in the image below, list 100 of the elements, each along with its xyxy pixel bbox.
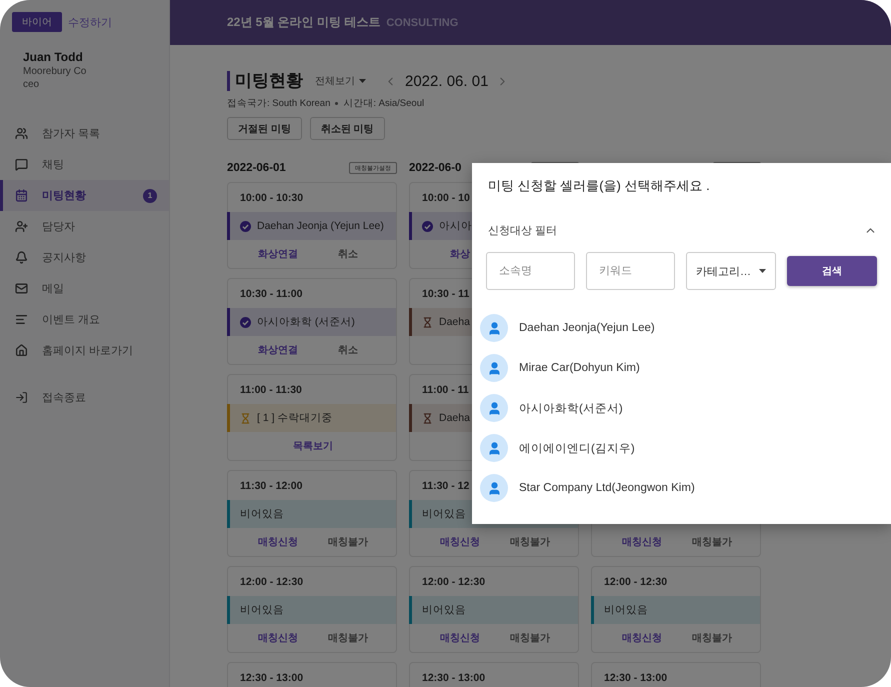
slot-time: 12:00 - 12:30: [604, 576, 668, 588]
slot-action[interactable]: 매칭불가: [692, 631, 732, 645]
sidebar-item[interactable]: 채팅: [0, 149, 169, 180]
slot-action[interactable]: 취소: [338, 343, 358, 357]
slot-action[interactable]: 매칭신청: [622, 535, 662, 549]
sidebar-item-label: 담당자: [42, 220, 76, 234]
slot-label: [ 1 ] 수락대기중: [257, 411, 332, 425]
timezone-info: 시간대: Asia/Seoul: [343, 97, 424, 110]
home-icon: [15, 344, 28, 357]
slot-time: 11:30 - 12: [422, 480, 470, 492]
caret-icon: [759, 269, 766, 273]
slot-action[interactable]: 매칭신청: [440, 535, 480, 549]
slot-action[interactable]: 매칭신청: [440, 631, 480, 645]
logout-icon: [15, 391, 28, 404]
column-date: 2022-06-01: [227, 162, 286, 174]
slot-label: 아시아: [439, 219, 472, 233]
slot-time: 10:30 - 11: [422, 288, 470, 300]
avatar-icon: [480, 434, 508, 462]
hourglass-icon: [422, 316, 433, 328]
chat-icon: [15, 158, 28, 171]
sidebar-item[interactable]: 참가자 목록: [0, 118, 169, 149]
sidebar-item[interactable]: 공지사항: [0, 242, 169, 273]
caret-icon: [359, 79, 366, 83]
check-circle-icon: [422, 220, 433, 232]
slot-action[interactable]: 매칭신청: [258, 631, 298, 645]
sidebar-item-label: 공지사항: [42, 251, 87, 265]
slot-time: 12:00 - 12:30: [240, 576, 304, 588]
slot-time: 10:00 - 10: [422, 192, 470, 204]
slot-time: 12:30 - 13:00: [422, 672, 486, 684]
user-company: Moorebury Co: [23, 66, 88, 77]
hourglass-icon: [422, 412, 433, 424]
slot-label: Daeha: [439, 412, 470, 424]
search-button[interactable]: 검색: [787, 256, 877, 286]
avatar-icon: [480, 354, 508, 382]
dialog-title: 미팅 신청할 셀러를(을) 선택해주세요 .: [488, 177, 711, 195]
check-circle-icon: [240, 316, 251, 328]
logout-label: 접속종료: [42, 391, 87, 405]
seller-name[interactable]: 아시아화학(서준서): [519, 400, 623, 416]
avatar-icon: [480, 394, 508, 422]
sidebar-item-label: 참가자 목록: [42, 127, 102, 141]
seller-name[interactable]: Mirae Car(Dohyun Kim): [519, 362, 640, 374]
input-field[interactable]: 키워드: [586, 252, 675, 290]
sidebar-item[interactable]: 담당자: [0, 211, 169, 242]
slot-action[interactable]: 화상: [450, 247, 470, 261]
slot-action[interactable]: 화상연결: [258, 343, 298, 357]
slot-label: Daehan Jeonja (Yejun Lee): [257, 220, 384, 232]
calendar-icon: [15, 189, 28, 202]
current-date: 2022. 06. 01: [405, 72, 488, 90]
slot-label: 비어있음: [422, 603, 466, 617]
country-info: 접속국가: South Korean: [227, 97, 330, 110]
slot-action[interactable]: 매칭불가: [510, 535, 550, 549]
event-title: 22년 5월 온라인 미팅 테스트: [227, 14, 380, 31]
sidebar-item[interactable]: 이벤트 개요: [0, 304, 169, 335]
logout-item[interactable]: 접속종료: [0, 382, 169, 413]
slot-action[interactable]: 매칭불가: [328, 631, 368, 645]
slot-action[interactable]: 매칭불가: [328, 535, 368, 549]
category-select[interactable]: 카테고리…: [686, 252, 776, 290]
check-circle-icon: [240, 220, 251, 232]
sidebar-item-label: 홈페이지 바로가기: [42, 344, 134, 358]
slot-action[interactable]: 매칭불가: [692, 535, 732, 549]
slot-label: 비어있음: [240, 603, 284, 617]
slot-time: 11:00 - 11: [422, 384, 469, 396]
person-add-icon: [15, 220, 28, 233]
sidebar-item-label: 미팅현황: [42, 189, 87, 203]
people-icon: [15, 127, 28, 140]
slot-time: 12:00 - 12:30: [422, 576, 486, 588]
avatar-icon: [480, 314, 508, 342]
filter-label: 신청대상 필터: [488, 224, 558, 238]
seller-name[interactable]: 에이에이엔디(김지우): [519, 440, 635, 456]
view-filter-dropdown[interactable]: 전체보기: [315, 74, 366, 88]
slot-time: 10:30 - 11:00: [240, 288, 302, 300]
slot-time: 10:00 - 10:30: [240, 192, 304, 204]
sidebar-item[interactable]: 홈페이지 바로가기: [0, 335, 169, 366]
edit-link[interactable]: 수정하기: [68, 14, 112, 30]
slot-action[interactable]: 목록보기: [293, 439, 333, 453]
page-title: 미팅현황: [227, 71, 303, 91]
seller-name[interactable]: Star Company Ltd(Jeongwon Kim): [519, 482, 695, 494]
slot-action[interactable]: 화상연결: [258, 247, 298, 261]
slot-time: 11:00 - 11:30: [240, 384, 302, 396]
slot-label: 비어있음: [422, 507, 466, 521]
slot-time: 12:30 - 13:00: [240, 672, 304, 684]
slot-label: 비어있음: [240, 507, 284, 521]
slot-time: 12:30 - 13:00: [604, 672, 668, 684]
sidebar-item[interactable]: 미팅현황 1: [0, 180, 169, 211]
filter-button[interactable]: 거절된 미팅: [227, 117, 302, 140]
avatar-icon: [480, 474, 508, 502]
filter-button[interactable]: 취소된 미팅: [310, 117, 385, 140]
seller-name[interactable]: Daehan Jeonja(Yejun Lee): [519, 322, 655, 334]
role-badge: 바이어: [12, 12, 62, 32]
hourglass-icon: [240, 412, 251, 424]
bell-icon: [15, 251, 28, 264]
separator-dot: [335, 102, 338, 105]
input-field[interactable]: 소속명: [486, 252, 575, 290]
slot-action[interactable]: 매칭신청: [258, 535, 298, 549]
slot-action[interactable]: 매칭신청: [622, 631, 662, 645]
slot-time: 11:30 - 12:00: [240, 480, 302, 492]
slot-action[interactable]: 매칭불가: [510, 631, 550, 645]
slot-action[interactable]: 취소: [338, 247, 358, 261]
sidebar-item[interactable]: 메일: [0, 273, 169, 304]
column-date: 2022-06-0: [409, 162, 462, 174]
